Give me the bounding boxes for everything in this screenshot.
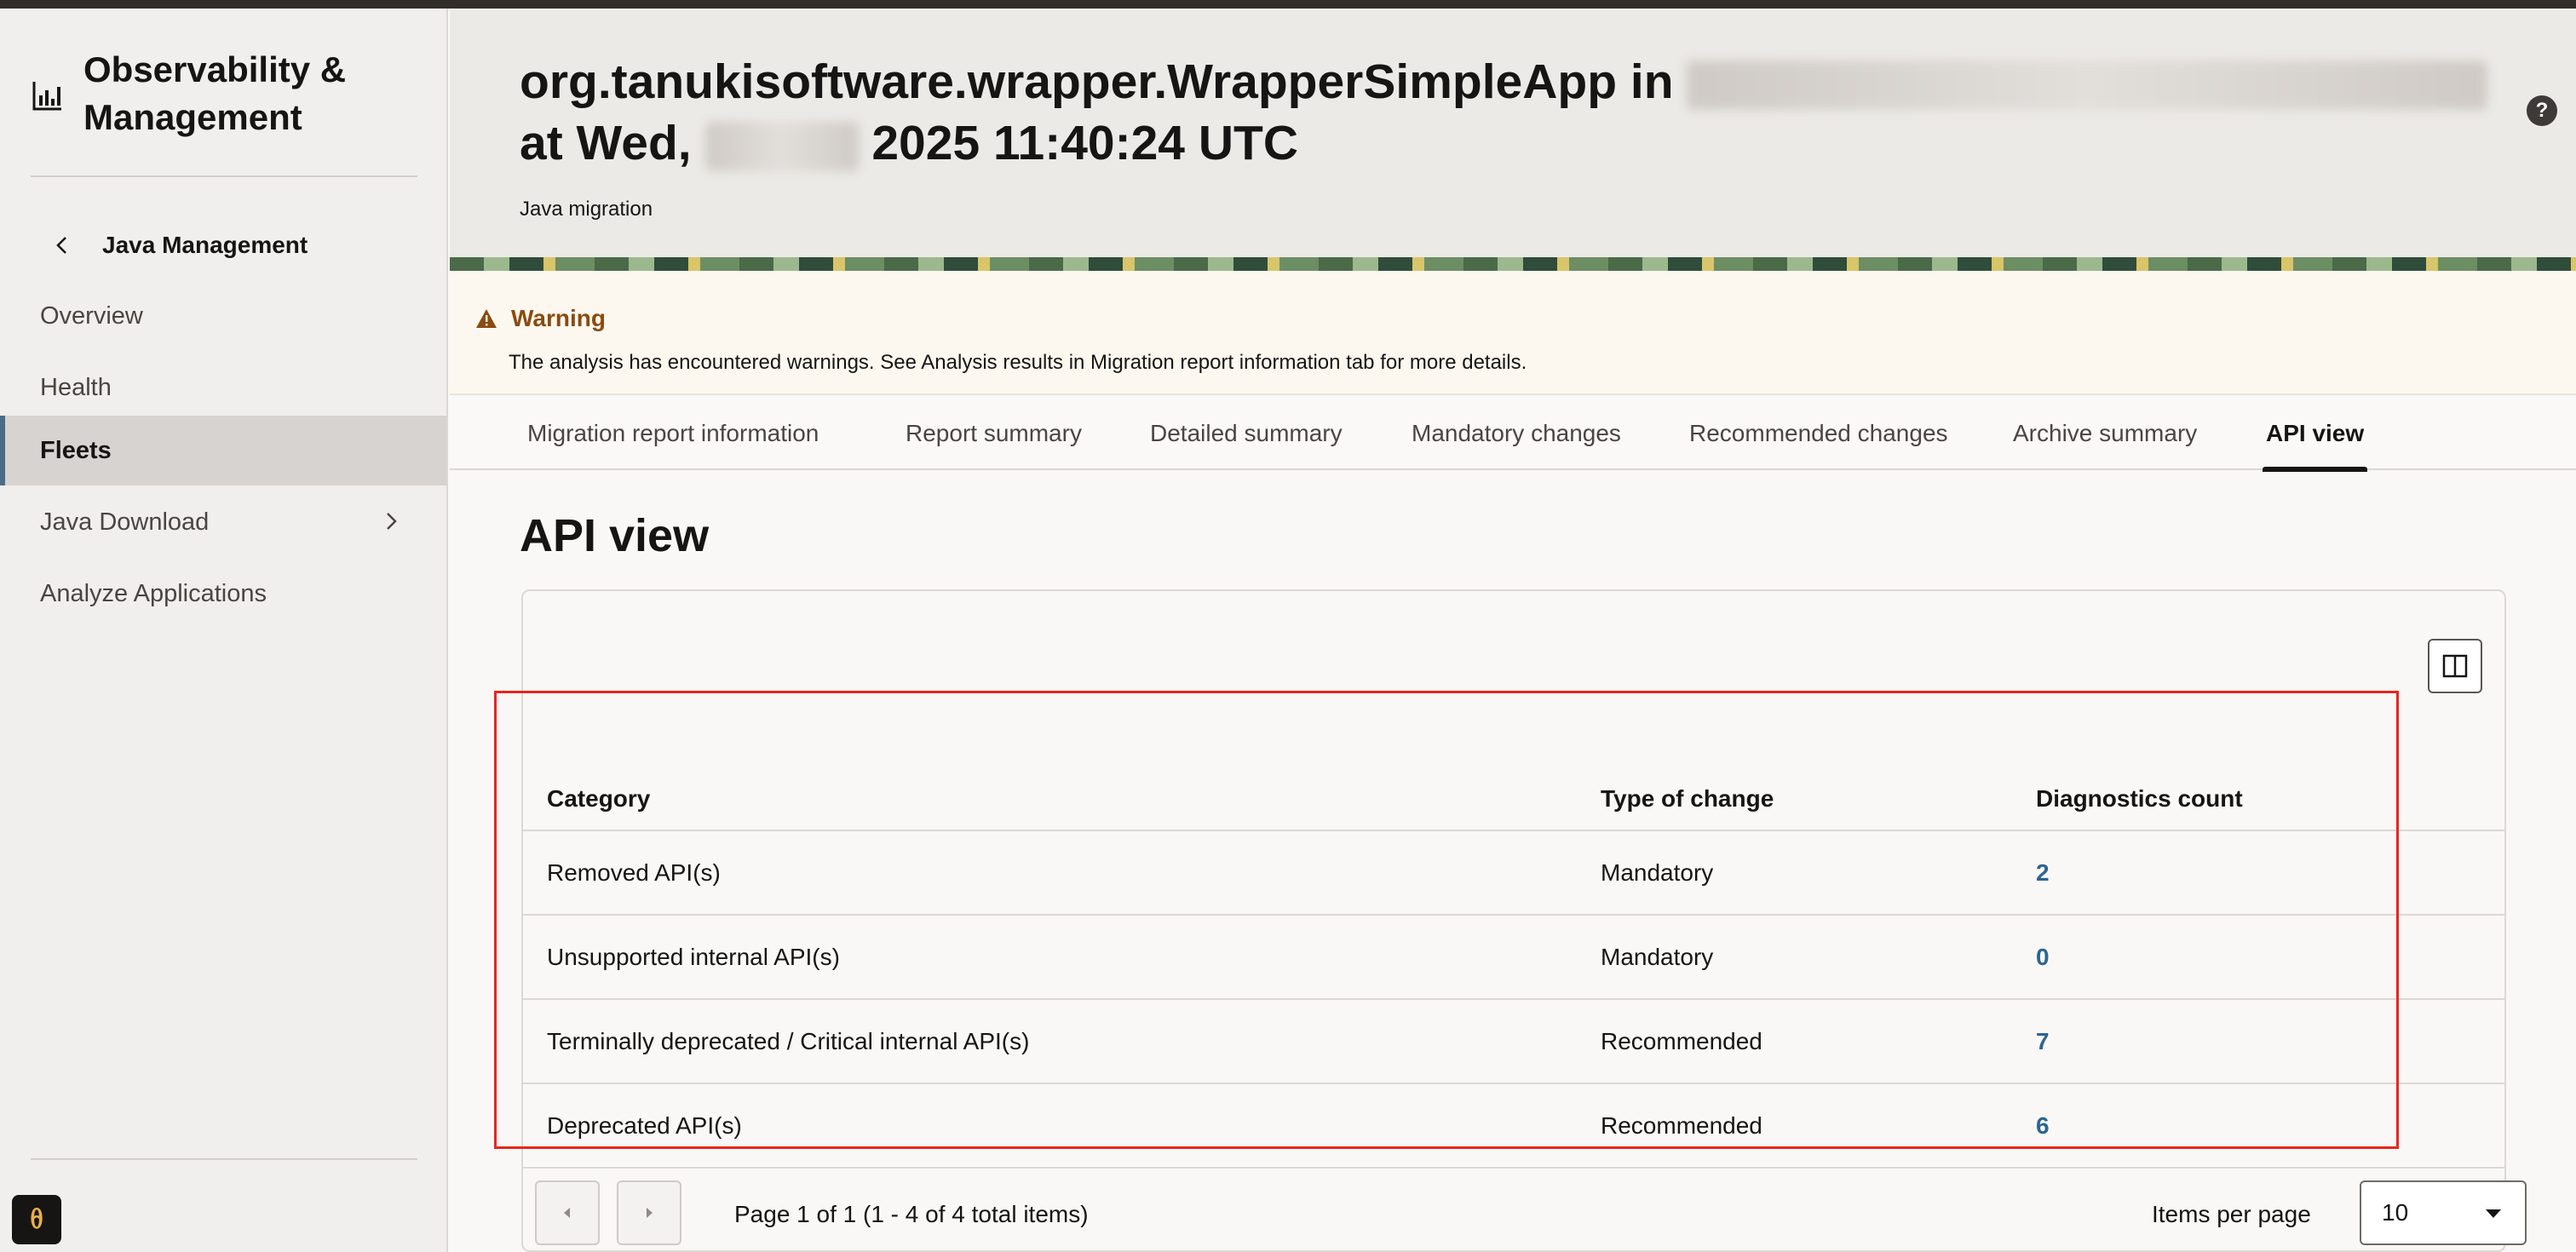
table-header: Category Type of change Diagnostics coun… xyxy=(523,729,2504,831)
items-per-page-label: Items per page xyxy=(2152,1201,2311,1227)
sidebar-item-fleets[interactable]: Fleets xyxy=(0,416,446,485)
warning-banner: Warning The analysis has encountered war… xyxy=(450,271,2576,395)
previous-page-button[interactable] xyxy=(535,1180,600,1245)
table-row: Terminally deprecated / Critical interna… xyxy=(523,1000,2504,1084)
sidebar-item-label: Java Download xyxy=(40,508,210,536)
tab-mandatory-changes[interactable]: Mandatory changes xyxy=(1412,397,1621,470)
top-bar xyxy=(0,0,2576,9)
warning-text: The analysis has encountered warnings. S… xyxy=(509,351,1527,374)
redacted-hostname xyxy=(1687,60,2488,110)
sidebar-item-analyze-applications[interactable]: Analyze Applications xyxy=(0,559,446,629)
back-label: Java Management xyxy=(102,232,308,258)
page-header: org.tanukisoftware.wrapper.WrapperSimple… xyxy=(450,9,2576,257)
cell-type: Mandatory xyxy=(1601,859,1714,886)
api-view-table: Category Type of change Diagnostics coun… xyxy=(523,729,2504,1169)
help-icon[interactable]: ? xyxy=(2527,95,2557,126)
header-banner-art xyxy=(450,257,2576,271)
pagination-status: Page 1 of 1 (1 - 4 of 4 total items) xyxy=(734,1201,1089,1227)
next-page-button[interactable] xyxy=(617,1180,681,1245)
sidebar-divider xyxy=(31,175,417,177)
tab-migration-report-information[interactable]: Migration report information xyxy=(527,397,819,470)
page-subtitle: Java migration xyxy=(520,198,653,221)
sidebar-item-overview[interactable]: Overview xyxy=(0,281,446,351)
main-content: org.tanukisoftware.wrapper.WrapperSimple… xyxy=(450,9,2576,1252)
cell-type: Mandatory xyxy=(1601,944,1714,970)
sidebar-item-label: Analyze Applications xyxy=(40,579,267,607)
split-view-icon xyxy=(2442,654,2468,678)
table-row: Unsupported internal API(s) Mandatory 0 xyxy=(523,916,2504,1000)
caret-right-icon xyxy=(647,1208,653,1218)
section-title: API view xyxy=(520,510,710,561)
dashboard-chart-icon xyxy=(32,82,61,111)
sidebar-item-java-download[interactable]: Java Download xyxy=(0,487,446,557)
sidebar-item-label: Fleets xyxy=(40,436,112,464)
title-app: org.tanukisoftware.wrapper.WrapperSimple… xyxy=(520,55,1674,109)
back-to-java-management[interactable]: Java Management xyxy=(51,221,308,269)
cell-diagnostics-count-link[interactable]: 0 xyxy=(2036,944,2050,971)
chevron-down-icon xyxy=(2486,1209,2501,1218)
cell-diagnostics-count-link[interactable]: 6 xyxy=(2036,1112,2050,1140)
column-layout-toggle-icon[interactable] xyxy=(2428,639,2482,693)
api-view-card: Category Type of change Diagnostics coun… xyxy=(521,589,2527,1252)
report-tabs: Migration report information Report summ… xyxy=(450,397,2576,472)
cell-category: Removed API(s) xyxy=(547,859,721,886)
column-header-type-of-change[interactable]: Type of change xyxy=(1601,785,1774,813)
sidebar-item-health[interactable]: Health xyxy=(0,353,446,422)
assistant-launcher-icon[interactable]: ᦲ xyxy=(12,1195,61,1244)
cell-category: Deprecated API(s) xyxy=(547,1112,742,1139)
column-header-diagnostics-count[interactable]: Diagnostics count xyxy=(2036,785,2243,813)
chevron-left-icon xyxy=(56,237,66,254)
caret-left-icon xyxy=(564,1208,570,1218)
title-time: 2025 11:40:24 UTC xyxy=(871,116,1298,170)
pagination: Page 1 of 1 (1 - 4 of 4 total items) Ite… xyxy=(523,1169,2527,1252)
items-per-page-value: 10 xyxy=(2382,1199,2409,1226)
sidebar-footer-divider xyxy=(31,1158,417,1160)
sidebar: Observability & Management Java Manageme… xyxy=(0,9,448,1252)
warning-title: Warning xyxy=(511,305,606,331)
tab-api-view[interactable]: API view xyxy=(2262,397,2368,472)
cell-diagnostics-count-link[interactable]: 7 xyxy=(2036,1028,2050,1055)
cell-type: Recommended xyxy=(1601,1028,1762,1054)
page-title: org.tanukisoftware.wrapper.WrapperSimple… xyxy=(520,51,2496,174)
table-row: Deprecated API(s) Recommended 6 xyxy=(523,1084,2504,1169)
column-header-category[interactable]: Category xyxy=(547,785,650,813)
redacted-date xyxy=(704,121,859,171)
cell-diagnostics-count-link[interactable]: 2 xyxy=(2036,859,2050,887)
warning-triangle-icon xyxy=(476,309,497,328)
tab-recommended-changes[interactable]: Recommended changes xyxy=(1689,397,1948,470)
cell-type: Recommended xyxy=(1601,1112,1762,1139)
brand-title: Observability & Management xyxy=(83,49,347,137)
tab-detailed-summary[interactable]: Detailed summary xyxy=(1150,397,1343,470)
table-row: Removed API(s) Mandatory 2 xyxy=(523,831,2504,916)
tab-archive-summary[interactable]: Archive summary xyxy=(2013,397,2197,470)
sidebar-item-label: Overview xyxy=(40,302,143,330)
tab-report-summary[interactable]: Report summary xyxy=(906,397,1082,470)
brand: Observability & Management xyxy=(31,46,424,141)
items-per-page-select[interactable]: 10 xyxy=(2360,1180,2527,1245)
sidebar-item-label: Health xyxy=(40,373,112,401)
cell-category: Unsupported internal API(s) xyxy=(547,944,840,970)
cell-category: Terminally deprecated / Critical interna… xyxy=(547,1028,1030,1054)
chevron-right-icon xyxy=(387,513,397,530)
title-at: at Wed, xyxy=(520,116,692,170)
